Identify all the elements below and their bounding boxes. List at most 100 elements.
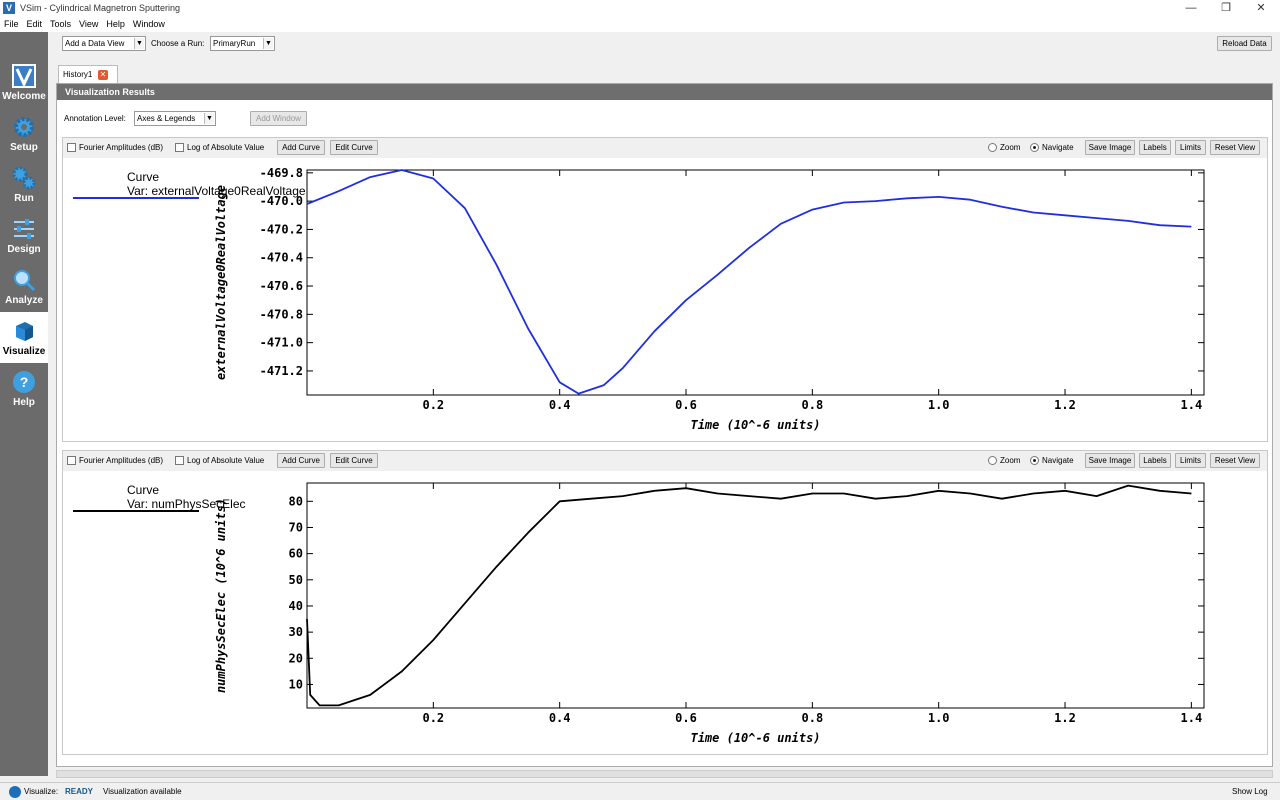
navigate-radio[interactable]	[1030, 456, 1039, 465]
minimize-button[interactable]: —	[1176, 0, 1206, 17]
gear-icon	[14, 117, 34, 137]
tab-history1[interactable]: History1 ✕	[58, 65, 118, 84]
x-tick-label: 1.0	[928, 711, 950, 725]
chevron-down-icon: ▼	[134, 38, 144, 49]
reset-view-button[interactable]: Reset View	[1210, 453, 1260, 468]
close-button[interactable]: ✕	[1246, 0, 1276, 17]
labels-button[interactable]: Labels	[1139, 140, 1171, 155]
sidebar-item-label: Setup	[10, 142, 38, 153]
restore-button[interactable]: ❐	[1211, 0, 1241, 17]
x-tick-label: 0.8	[802, 711, 824, 725]
x-tick-label: 0.2	[422, 711, 444, 725]
zoom-label: Zoom	[1000, 456, 1021, 465]
log-abs-label: Log of Absolute Value	[187, 143, 265, 152]
sidebar-item-setup[interactable]: Setup	[0, 108, 48, 159]
menu-edit[interactable]: Edit	[23, 17, 47, 32]
y-tick-label: -470.6	[260, 279, 303, 293]
x-tick-label: 0.4	[549, 711, 571, 725]
status-message: Visualization available	[103, 787, 182, 796]
status-state: READY	[65, 787, 94, 796]
limits-button[interactable]: Limits	[1175, 140, 1206, 155]
edit-curve-button[interactable]: Edit Curve	[330, 140, 378, 155]
y-axis-label: externalVoltage0RealVoltage	[214, 185, 228, 380]
fourier-label: Fourier Amplitudes (dB)	[79, 456, 164, 465]
top-toolbar: Add a Data View ▼ Choose a Run: PrimaryRu…	[48, 32, 1280, 54]
visualization-panel: Visualization Results Annotation Level: …	[56, 83, 1273, 767]
vsim-logo-icon: V	[3, 2, 15, 14]
legend-entry: Var: numPhysSecElec	[127, 497, 246, 511]
menu-view[interactable]: View	[75, 17, 102, 32]
y-tick-label: 50	[289, 573, 303, 587]
fourier-checkbox[interactable]	[67, 143, 76, 152]
y-tick-label: 10	[289, 677, 303, 691]
save-image-button[interactable]: Save Image	[1085, 140, 1135, 155]
y-axis-label: numPhysSecElec (10^6 units)	[214, 498, 228, 693]
navigate-radio[interactable]	[1030, 143, 1039, 152]
chevron-down-icon: ▼	[263, 38, 273, 49]
menu-tools[interactable]: Tools	[46, 17, 75, 32]
navigate-label: Navigate	[1042, 456, 1074, 465]
series-line	[306, 169, 1192, 395]
cube-icon	[16, 322, 33, 341]
y-tick-label: 60	[289, 547, 303, 561]
y-tick-label: 20	[289, 651, 303, 665]
sidebar-item-run[interactable]: Run	[0, 159, 48, 210]
plot-canvas-1[interactable]: 0.2 0.4 0.6 0.8 1.0 1.2 1.4 -469.8 -470.0 -470.2-…	[63, 158, 1267, 441]
save-image-button[interactable]: Save Image	[1085, 453, 1135, 468]
plot-frame	[306, 482, 1205, 709]
annotation-level-select[interactable]: Axes & Legends ▼	[134, 111, 216, 126]
y-tick-label: -470.8	[260, 307, 303, 321]
sidebar-item-label: Visualize	[2, 346, 46, 357]
reset-view-button[interactable]: Reset View	[1210, 140, 1260, 155]
gears-icon	[12, 166, 36, 190]
fourier-checkbox[interactable]	[67, 456, 76, 465]
log-abs-checkbox[interactable]	[175, 456, 184, 465]
add-curve-button[interactable]: Add Curve	[277, 453, 325, 468]
x-tick-label: 1.0	[928, 398, 950, 412]
sidebar: Welcome Setup Run Design Analyze Visuali…	[0, 32, 48, 776]
window-title: VSim - Cylindrical Magnetron Sputtering	[20, 3, 181, 13]
status-bar: Visualize: READY Visualization available…	[0, 782, 1280, 800]
data-view-select[interactable]: Add a Data View ▼	[62, 36, 146, 51]
svg-text:?: ?	[20, 374, 29, 390]
x-tick-label: 0.2	[422, 398, 444, 412]
add-curve-button[interactable]: Add Curve	[277, 140, 325, 155]
sliders-icon	[14, 219, 34, 239]
menu-window[interactable]: Window	[129, 17, 169, 32]
x-tick-label: 0.6	[675, 711, 697, 725]
reload-data-button[interactable]: Reload Data	[1217, 36, 1272, 51]
status-section: Visualize:	[24, 787, 59, 796]
secelec-chart[interactable]: 0.2 0.4 0.6 0.8 1.0 1.2 1.4 10 20 30 40 50 60 70 80 Tim…	[63, 471, 1267, 754]
sidebar-item-label: Help	[13, 397, 35, 408]
series-line	[306, 484, 1192, 707]
zoom-label: Zoom	[1000, 143, 1021, 152]
menu-file[interactable]: File	[0, 17, 23, 32]
x-axis-label: Time (10^-6 units)	[690, 731, 820, 745]
sidebar-item-analyze[interactable]: Analyze	[0, 261, 48, 312]
plot-canvas-2[interactable]: 0.2 0.4 0.6 0.8 1.0 1.2 1.4 10 20 30 40 50 60 70 80 Tim…	[63, 471, 1267, 754]
sidebar-item-help[interactable]: ? Help	[0, 363, 48, 414]
run-select[interactable]: PrimaryRun ▼	[210, 36, 275, 51]
x-tick-label: 1.2	[1054, 398, 1076, 412]
log-abs-checkbox[interactable]	[175, 143, 184, 152]
plot-window-1: Fourier Amplitudes (dB) Log of Absolute …	[62, 137, 1268, 442]
limits-button[interactable]: Limits	[1175, 453, 1206, 468]
bottom-splitter[interactable]	[56, 770, 1273, 778]
sidebar-item-design[interactable]: Design	[0, 210, 48, 261]
magnifier-icon	[14, 270, 36, 292]
voltage-chart[interactable]: 0.2 0.4 0.6 0.8 1.0 1.2 1.4-469.8-470.0-470.2-…	[63, 158, 1267, 441]
sidebar-item-welcome[interactable]: Welcome	[0, 57, 48, 108]
edit-curve-button[interactable]: Edit Curve	[330, 453, 378, 468]
zoom-radio[interactable]	[988, 456, 997, 465]
run-value: PrimaryRun	[213, 39, 256, 48]
zoom-radio[interactable]	[988, 143, 997, 152]
y-tick-label: 40	[289, 599, 303, 613]
add-window-button[interactable]: Add Window	[250, 111, 307, 126]
tab-label: History1	[63, 70, 93, 79]
annotation-level-label: Annotation Level:	[64, 114, 126, 123]
menu-help[interactable]: Help	[102, 17, 129, 32]
close-icon[interactable]: ✕	[98, 70, 108, 80]
labels-button[interactable]: Labels	[1139, 453, 1171, 468]
sidebar-item-visualize[interactable]: Visualize	[0, 312, 48, 363]
show-log-button[interactable]: Show Log	[1232, 786, 1268, 798]
